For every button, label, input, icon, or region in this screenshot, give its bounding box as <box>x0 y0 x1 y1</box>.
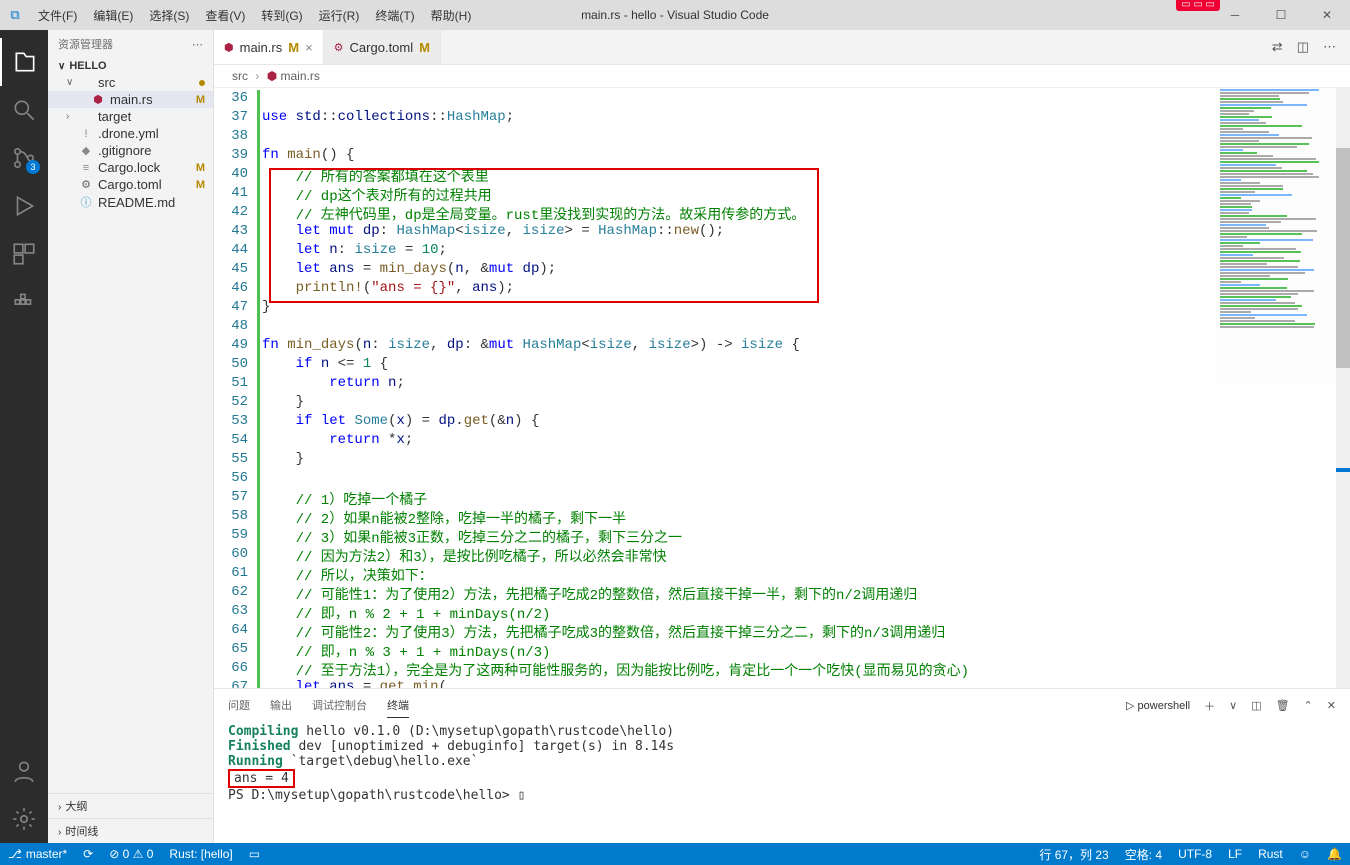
tree-node[interactable]: ≡Cargo.lockM <box>48 159 213 176</box>
breadcrumb-file[interactable]: main.rs <box>281 69 320 83</box>
project-name: HELLO <box>69 60 106 72</box>
eol[interactable]: LF <box>1220 846 1250 863</box>
close-button[interactable]: ✕ <box>1304 8 1350 22</box>
tree-node[interactable]: ◆.gitignore <box>48 142 213 159</box>
maximize-panel-icon[interactable]: ⌃ <box>1304 699 1313 712</box>
sidebar-title: 资源管理器 <box>58 36 113 52</box>
tree-node[interactable]: ⚙Cargo.tomlM <box>48 176 213 193</box>
maximize-button[interactable]: ☐ <box>1258 8 1304 22</box>
outline-section[interactable]: ›大纲 <box>48 793 213 818</box>
kill-terminal-icon[interactable]: 🗑 <box>1276 699 1290 712</box>
panel-tab[interactable]: 终端 <box>387 693 409 718</box>
window-title: main.rs - hello - Visual Studio Code <box>581 8 769 22</box>
source-control-icon[interactable]: 3 <box>0 134 48 182</box>
tree-node[interactable]: ⬢main.rsM <box>48 91 213 108</box>
activitybar: 3 <box>0 30 48 843</box>
tree-node[interactable]: ›target <box>48 108 213 125</box>
file-tree: ∨src⬢main.rsM›target!.drone.yml◆.gitigno… <box>48 74 213 793</box>
dropdown-icon[interactable]: ∨ <box>1229 699 1237 712</box>
menu-item[interactable]: 编辑(E) <box>85 7 141 24</box>
run-debug-icon[interactable] <box>0 182 48 230</box>
titlebar: ⧉ 文件(F)编辑(E)选择(S)查看(V)转到(G)运行(R)终端(T)帮助(… <box>0 0 1350 30</box>
tree-node[interactable]: !.drone.yml <box>48 125 213 142</box>
menubar: 文件(F)编辑(E)选择(S)查看(V)转到(G)运行(R)终端(T)帮助(H) <box>30 7 479 24</box>
encoding[interactable]: UTF-8 <box>1170 846 1220 863</box>
account-icon[interactable] <box>0 747 48 795</box>
statusbar: ⎇ master* ⟳ ⊘ 0 ⚠ 0 Rust: [hello] ▭ 行 67… <box>0 843 1350 865</box>
breadcrumbs[interactable]: src › ⬢ main.rs <box>214 65 1350 88</box>
search-icon[interactable] <box>0 86 48 134</box>
cursor-position[interactable]: 行 67，列 23 <box>1031 846 1116 863</box>
problems-status[interactable]: ⊘ 0 ⚠ 0 <box>101 847 161 861</box>
bottom-panel: 问题输出调试控制台终端 ▷ powershell ＋ ∨ ◫ 🗑 ⌃ ✕ Com… <box>214 688 1350 843</box>
code-editor[interactable]: 3637383940414243444546474849505152535455… <box>214 88 1350 688</box>
extensions-icon[interactable] <box>0 230 48 278</box>
new-terminal-icon[interactable]: ＋ <box>1204 698 1215 714</box>
menu-item[interactable]: 运行(R) <box>311 7 368 24</box>
breadcrumb-src[interactable]: src <box>232 69 248 83</box>
scrollbar-thumb[interactable] <box>1336 148 1350 368</box>
vscode-logo-icon: ⧉ <box>0 7 30 23</box>
editor-tab[interactable]: ⚙Cargo.toml M <box>324 30 441 64</box>
panel-tab[interactable]: 调试控制台 <box>312 693 367 718</box>
tree-node[interactable]: ⓘREADME.md <box>48 193 213 211</box>
menu-item[interactable]: 选择(S) <box>141 7 197 24</box>
language-mode[interactable]: Rust <box>1250 846 1291 863</box>
sidebar-more-icon[interactable]: ⋯ <box>192 38 203 51</box>
shell-selector[interactable]: ▷ powershell <box>1126 699 1190 712</box>
code-content[interactable]: use std::collections::HashMap;fn main() … <box>262 88 1350 688</box>
layout-icon[interactable]: ▭ <box>241 847 268 861</box>
menu-item[interactable]: 转到(G) <box>253 7 310 24</box>
menu-item[interactable]: 查看(V) <box>197 7 253 24</box>
scm-badge: 3 <box>26 160 40 174</box>
sync-icon[interactable]: ⟳ <box>75 847 101 861</box>
rust-file-icon: ⬢ <box>267 69 277 83</box>
menu-item[interactable]: 文件(F) <box>30 7 85 24</box>
git-branch[interactable]: ⎇ master* <box>0 847 75 861</box>
explorer-icon[interactable] <box>0 38 48 86</box>
editor-area: ⬢main.rs M ×⚙Cargo.toml M ⇄ ◫ ⋯ src › ⬢ … <box>214 30 1350 843</box>
split-terminal-icon[interactable]: ◫ <box>1251 699 1261 712</box>
sidebar: 资源管理器 ⋯ ∨ HELLO ∨src⬢main.rsM›target!.dr… <box>48 30 214 843</box>
more-actions-icon[interactable]: ⋯ <box>1323 39 1336 55</box>
line-gutter: 3637383940414243444546474849505152535455… <box>214 88 262 688</box>
minimap[interactable] <box>1216 88 1336 688</box>
rust-analyzer-status[interactable]: Rust: [hello] <box>161 847 240 861</box>
menu-item[interactable]: 帮助(H) <box>423 7 480 24</box>
indentation[interactable]: 空格: 4 <box>1117 846 1170 863</box>
chevron-down-icon: ∨ <box>58 61 65 72</box>
menu-item[interactable]: 终端(T) <box>367 7 422 24</box>
panel-tab[interactable]: 输出 <box>270 693 292 718</box>
editor-tabs: ⬢main.rs M ×⚙Cargo.toml M ⇄ ◫ ⋯ <box>214 30 1350 65</box>
vertical-scrollbar[interactable] <box>1336 88 1350 688</box>
project-root[interactable]: ∨ HELLO <box>48 58 213 74</box>
tree-node[interactable]: ∨src <box>48 74 213 91</box>
external-indicator: ▭ ▭ ▭ <box>1176 0 1220 11</box>
panel-tabs: 问题输出调试控制台终端 ▷ powershell ＋ ∨ ◫ 🗑 ⌃ ✕ <box>214 689 1350 718</box>
split-editor-icon[interactable]: ◫ <box>1297 39 1309 55</box>
notifications-icon[interactable]: 🔔 <box>1319 846 1350 863</box>
terminal-output[interactable]: Compiling hello v0.1.0 (D:\mysetup\gopat… <box>214 718 1350 843</box>
close-panel-icon[interactable]: ✕ <box>1327 699 1336 712</box>
sidebar-header: 资源管理器 ⋯ <box>48 30 213 58</box>
panel-tab[interactable]: 问题 <box>228 693 250 718</box>
feedback-icon[interactable]: ☺ <box>1291 846 1319 863</box>
output-highlight: ans = 4 <box>228 769 295 788</box>
timeline-section[interactable]: ›时间线 <box>48 818 213 843</box>
compare-changes-icon[interactable]: ⇄ <box>1272 39 1283 55</box>
editor-tab[interactable]: ⬢main.rs M × <box>214 30 324 64</box>
settings-gear-icon[interactable] <box>0 795 48 843</box>
docker-icon[interactable] <box>0 278 48 326</box>
